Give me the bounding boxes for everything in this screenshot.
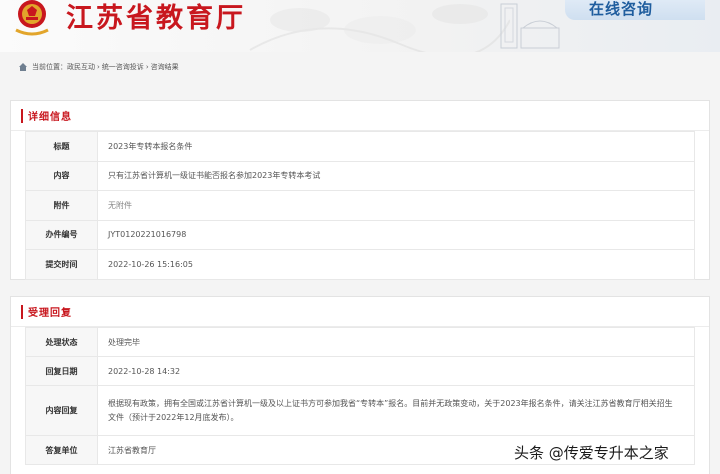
watermark: 头条 @传爱专升本之家 bbox=[514, 443, 669, 462]
breadcrumb-prefix: 当前位置： bbox=[32, 63, 67, 71]
detail-panel: 详细信息 标题 2023年专转本报名条件 内容 只有江苏省计算机一级证书能否报名… bbox=[10, 100, 710, 280]
reply-panel-header: 受理回复 bbox=[11, 297, 709, 327]
row-label: 回复日期 bbox=[26, 357, 98, 385]
section-marker bbox=[21, 108, 23, 123]
section-marker bbox=[21, 304, 23, 319]
row-value: 无附件 bbox=[98, 191, 695, 220]
detail-row-attachment: 附件 无附件 bbox=[26, 191, 695, 221]
detail-row-content: 内容 只有江苏省计算机一级证书能否报名参加2023年专转本考试 bbox=[26, 161, 695, 191]
row-value: 2022-10-26 15:16:05 bbox=[98, 250, 695, 279]
breadcrumb-item-consult[interactable]: 统一咨询投诉 bbox=[102, 62, 144, 72]
reply-panel-title: 受理回复 bbox=[28, 308, 72, 319]
row-label: 内容回复 bbox=[26, 386, 98, 435]
online-consult-badge: 在线咨询 bbox=[565, 0, 705, 20]
home-icon bbox=[19, 63, 27, 71]
row-label: 附件 bbox=[26, 191, 98, 220]
breadcrumb-item-result[interactable]: 咨询结果 bbox=[151, 62, 179, 72]
row-label: 内容 bbox=[26, 161, 98, 190]
row-label: 办件编号 bbox=[26, 220, 98, 249]
row-label: 处理状态 bbox=[26, 328, 98, 356]
row-value: JYT0120221016798 bbox=[98, 220, 695, 249]
breadcrumb-item-interaction[interactable]: 政民互动 bbox=[67, 62, 95, 72]
row-label: 标题 bbox=[26, 132, 98, 161]
breadcrumb: 当前位置： 政民互动 › 统一咨询投诉 › 咨询结果 bbox=[10, 59, 710, 75]
online-consult-label: 在线咨询 bbox=[589, 0, 654, 18]
breadcrumb-separator: › bbox=[145, 63, 149, 71]
detail-panel-header: 详细信息 bbox=[11, 101, 709, 131]
row-label: 提交时间 bbox=[26, 250, 98, 279]
row-value: 2023年专转本报名条件 bbox=[98, 132, 695, 161]
reply-row-content: 内容回复 根据现有政策，拥有全国或江苏省计算机一级及以上证书方可参加我省“专转本… bbox=[26, 386, 695, 436]
national-emblem-icon bbox=[15, 0, 49, 36]
row-value: 2022-10-28 14:32 bbox=[98, 357, 695, 385]
row-value: 处理完毕 bbox=[98, 328, 695, 356]
detail-table: 标题 2023年专转本报名条件 内容 只有江苏省计算机一级证书能否报名参加202… bbox=[25, 131, 695, 280]
site-header: 江苏省教育厅 在线咨询 bbox=[0, 0, 720, 52]
site-title[interactable]: 江苏省教育厅 bbox=[66, 0, 246, 35]
detail-panel-title: 详细信息 bbox=[28, 112, 72, 123]
building-illustration bbox=[500, 3, 560, 49]
row-value: 根据现有政策，拥有全国或江苏省计算机一级及以上证书方可参加我省“专转本”报名。目… bbox=[98, 386, 695, 435]
detail-row-case-number: 办件编号 JYT0120221016798 bbox=[26, 220, 695, 250]
detail-row-title: 标题 2023年专转本报名条件 bbox=[26, 132, 695, 162]
reply-row-date: 回复日期 2022-10-28 14:32 bbox=[26, 357, 695, 386]
reply-row-status: 处理状态 处理完毕 bbox=[26, 328, 695, 357]
breadcrumb-separator: › bbox=[97, 63, 100, 71]
decorative-flowers bbox=[249, 4, 510, 52]
row-label: 答复单位 bbox=[26, 436, 98, 464]
detail-row-submit-time: 提交时间 2022-10-26 15:16:05 bbox=[26, 250, 695, 280]
row-value: 只有江苏省计算机一级证书能否报名参加2023年专转本考试 bbox=[98, 161, 695, 190]
